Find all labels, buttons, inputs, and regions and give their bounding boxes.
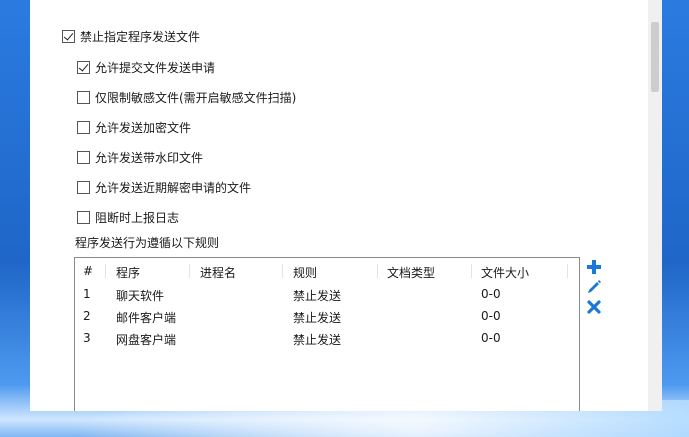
column-header-rule[interactable]: 规则: [293, 264, 317, 281]
cell-rule: 禁止发送: [293, 311, 342, 325]
cell-rule: 禁止发送: [293, 333, 342, 347]
column-divider: [471, 264, 472, 278]
option-label: 仅限制敏感文件(需开启敏感文件扫描): [95, 90, 297, 105]
checkbox-allow-decrypted[interactable]: [77, 180, 90, 194]
checkbox-block-programs[interactable]: [62, 29, 75, 43]
cell-program: 邮件客户端: [116, 311, 177, 325]
cell-program: 网盘客户端: [116, 333, 177, 347]
cell-size: 0-0: [481, 331, 501, 345]
checkbox-allow-watermark[interactable]: [77, 150, 90, 164]
cell-rule: 禁止发送: [293, 289, 342, 303]
option-label: 允许发送带水印文件: [95, 150, 204, 165]
plus-icon: [587, 260, 601, 274]
column-divider: [105, 264, 106, 278]
checkbox-allow-request[interactable]: [77, 60, 90, 74]
column-divider: [377, 264, 378, 278]
option-allow-encrypted[interactable]: 允许发送加密文件: [77, 118, 191, 136]
option-sensitive-only[interactable]: 仅限制敏感文件(需开启敏感文件扫描): [77, 88, 296, 106]
option-label: 允许发送加密文件: [95, 120, 192, 135]
column-header-process[interactable]: 进程名: [200, 264, 236, 281]
column-header-program[interactable]: 程序: [116, 264, 140, 281]
rules-table[interactable]: # 程序 进程名 规则 文档类型 文件大小 1 聊天软件 禁止发送 0-0 2 …: [74, 257, 580, 411]
option-allow-watermark[interactable]: 允许发送带水印文件: [77, 148, 203, 166]
column-header-doctype[interactable]: 文档类型: [387, 264, 435, 281]
close-icon: [587, 300, 601, 314]
option-label: 禁止指定程序发送文件: [80, 29, 201, 44]
vertical-scrollbar[interactable]: [648, 0, 662, 411]
add-rule-button[interactable]: [585, 258, 603, 276]
column-divider: [189, 264, 190, 278]
checkbox-sensitive-only[interactable]: [77, 90, 90, 104]
cell-size: 0-0: [481, 309, 501, 323]
table-row[interactable]: 1 聊天软件 禁止发送 0-0: [75, 284, 579, 306]
table-row[interactable]: 2 邮件客户端 禁止发送 0-0: [75, 306, 579, 328]
cell-program: 聊天软件: [116, 289, 165, 303]
option-label: 允许提交文件发送申请: [95, 60, 216, 75]
cell-size: 0-0: [481, 287, 501, 301]
delete-rule-button[interactable]: [585, 298, 603, 316]
option-report-log[interactable]: 阻断时上报日志: [77, 208, 179, 226]
option-allow-decrypted[interactable]: 允许发送近期解密申请的文件: [77, 178, 251, 196]
column-header-size[interactable]: 文件大小: [481, 264, 529, 281]
rules-section-label: 程序发送行为遵循以下规则: [75, 236, 220, 250]
option-label: 阻断时上报日志: [95, 210, 180, 225]
cell-index: 3: [83, 331, 91, 345]
checkbox-allow-encrypted[interactable]: [77, 120, 90, 134]
table-header-row: # 程序 进程名 规则 文档类型 文件大小: [75, 260, 579, 282]
cell-index: 1: [83, 287, 91, 301]
table-row[interactable]: 3 网盘客户端 禁止发送 0-0: [75, 328, 579, 350]
option-label: 允许发送近期解密申请的文件: [95, 180, 252, 195]
checkbox-report-log[interactable]: [77, 210, 90, 224]
column-divider: [567, 264, 568, 278]
column-header-index[interactable]: #: [83, 264, 93, 278]
option-block-programs[interactable]: 禁止指定程序发送文件: [62, 27, 200, 45]
scrollbar-thumb[interactable]: [651, 22, 659, 92]
edit-rule-button[interactable]: [585, 278, 603, 296]
option-allow-request[interactable]: 允许提交文件发送申请: [77, 58, 215, 76]
cell-index: 2: [83, 309, 91, 323]
column-divider: [282, 264, 283, 278]
pencil-icon: [588, 280, 601, 293]
